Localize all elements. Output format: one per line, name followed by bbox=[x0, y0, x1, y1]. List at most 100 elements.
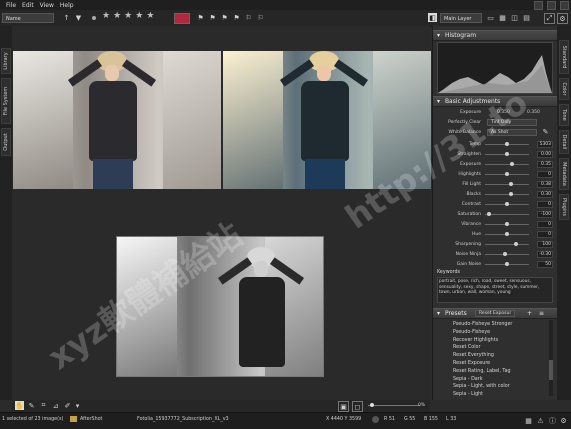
layer-select[interactable]: Main Layer bbox=[440, 13, 482, 23]
warning-icon[interactable]: ⚠ bbox=[536, 416, 545, 425]
preset-item[interactable]: Sepia - Light bbox=[453, 392, 483, 397]
chevron-down-icon[interactable]: ▾ bbox=[73, 401, 82, 410]
info-icon[interactable]: ⓘ bbox=[548, 416, 557, 425]
view-single-icon[interactable]: ▭ bbox=[486, 13, 495, 22]
menu-file[interactable]: File bbox=[6, 2, 16, 9]
slider-knob[interactable] bbox=[509, 182, 514, 186]
tab-detail[interactable]: Detail bbox=[559, 130, 569, 154]
menu-icon[interactable]: ≡ bbox=[539, 309, 544, 318]
slider-knob[interactable] bbox=[513, 242, 518, 246]
preset-item[interactable]: Reset Exposure bbox=[453, 361, 490, 366]
tab-file-system[interactable]: File System bbox=[1, 78, 11, 124]
image-original[interactable] bbox=[13, 51, 221, 189]
color-label-swatch[interactable] bbox=[174, 13, 190, 24]
slider-track[interactable] bbox=[485, 202, 529, 206]
tab-library[interactable]: Library bbox=[1, 48, 11, 74]
basic-adjustments-header[interactable]: ▾ Basic Adjustments bbox=[433, 96, 557, 107]
white-balance-select[interactable]: As Shot bbox=[487, 129, 537, 136]
star-icon[interactable]: ★ bbox=[102, 12, 110, 21]
slider-value-field[interactable]: 100 bbox=[537, 241, 553, 248]
reject-dot-icon[interactable] bbox=[92, 16, 96, 20]
slider-knob[interactable] bbox=[505, 142, 509, 146]
presets-scrollbar[interactable] bbox=[549, 320, 553, 396]
star-icon[interactable]: ★ bbox=[146, 12, 154, 21]
slider-knob[interactable] bbox=[505, 152, 509, 156]
maximize-button[interactable] bbox=[547, 1, 556, 10]
slider-track[interactable] bbox=[485, 222, 529, 226]
tag-icon[interactable]: ⚐ bbox=[256, 13, 265, 22]
slider-track[interactable] bbox=[485, 162, 529, 166]
slider-knob[interactable] bbox=[505, 172, 509, 176]
straighten-icon[interactable]: ⊿ bbox=[51, 401, 60, 410]
slider-value-field[interactable]: 0 bbox=[537, 201, 553, 208]
rating-stars[interactable]: ★ ★ ★ ★ ★ bbox=[102, 12, 154, 21]
flag-icon[interactable]: ⚑ bbox=[196, 13, 205, 22]
preset-item[interactable]: Reset Everything bbox=[453, 353, 494, 358]
tab-output[interactable]: Output bbox=[1, 128, 11, 156]
preset-select[interactable]: Reset Exposur bbox=[475, 310, 515, 317]
perfectly-clear-select[interactable]: Tint Only bbox=[487, 119, 537, 126]
slider-knob[interactable] bbox=[502, 252, 507, 256]
star-icon[interactable]: ★ bbox=[124, 12, 132, 21]
view-compare-icon[interactable]: ▤ bbox=[522, 13, 531, 22]
slider-value-field[interactable]: 0.38 bbox=[537, 181, 553, 188]
image-bw[interactable] bbox=[116, 236, 324, 377]
view-grid-icon[interactable]: ▦ bbox=[498, 13, 507, 22]
eyedropper-icon[interactable]: ✎ bbox=[541, 128, 550, 137]
slider-track[interactable] bbox=[485, 172, 529, 176]
add-preset-icon[interactable]: + bbox=[527, 309, 532, 318]
fullscreen-icon[interactable]: ⤢ bbox=[544, 13, 555, 24]
slider-knob[interactable] bbox=[505, 232, 509, 236]
tab-metadata[interactable]: Metadata bbox=[559, 158, 569, 190]
slider-value-field[interactable]: 0.35 bbox=[537, 161, 553, 168]
slider-value-field[interactable]: 0 bbox=[537, 221, 553, 228]
slider-value-field[interactable]: 0.30 bbox=[537, 191, 553, 198]
close-button[interactable] bbox=[560, 1, 569, 10]
slider-track[interactable] bbox=[485, 262, 529, 266]
hand-tool-icon[interactable]: ✋ bbox=[15, 401, 24, 410]
tab-plugins[interactable]: Plugins bbox=[559, 194, 569, 220]
brush-icon[interactable]: ✐ bbox=[63, 401, 72, 410]
star-icon[interactable]: ★ bbox=[135, 12, 143, 21]
actual-size-icon[interactable]: ◻ bbox=[352, 401, 363, 412]
menu-help[interactable]: Help bbox=[60, 2, 74, 9]
slider-track[interactable] bbox=[485, 242, 529, 246]
image-viewer[interactable] bbox=[12, 26, 431, 400]
slider-track[interactable] bbox=[485, 152, 529, 156]
crop-icon[interactable]: ⌗ bbox=[39, 401, 48, 410]
zoom-slider[interactable] bbox=[368, 403, 420, 407]
menu-edit[interactable]: Edit bbox=[22, 2, 34, 9]
slider-knob[interactable] bbox=[505, 222, 509, 226]
minimize-button[interactable] bbox=[534, 1, 543, 10]
settings-icon[interactable]: ⚙ bbox=[559, 416, 568, 425]
flag-icon[interactable]: ⚑ bbox=[208, 13, 217, 22]
preset-item[interactable]: Recover Highlights bbox=[453, 338, 498, 343]
view-split-icon[interactable]: ◫ bbox=[510, 13, 519, 22]
filter-icon[interactable]: ▼ bbox=[74, 13, 83, 22]
preset-item[interactable]: Reset Rating, Label, Tag bbox=[453, 369, 511, 374]
menu-view[interactable]: View bbox=[40, 2, 54, 9]
preset-item[interactable]: Reset Color bbox=[453, 345, 480, 350]
slider-track[interactable] bbox=[485, 182, 529, 186]
sort-ascending-icon[interactable]: ↑ bbox=[62, 13, 71, 22]
exposure-value-1[interactable]: 0.350 bbox=[497, 108, 510, 117]
slider-value-field[interactable]: 5303 bbox=[537, 141, 553, 148]
slider-track[interactable] bbox=[485, 142, 529, 146]
flag-icon[interactable]: ⚑ bbox=[232, 13, 241, 22]
slider-track[interactable] bbox=[485, 212, 529, 216]
image-edited[interactable] bbox=[223, 51, 431, 189]
slider-knob[interactable] bbox=[505, 262, 509, 266]
slider-knob[interactable] bbox=[505, 202, 509, 206]
keywords-field[interactable]: portrait, pose, rich, road, sweet, sensu… bbox=[437, 277, 553, 303]
slider-value-field[interactable]: 0 bbox=[537, 231, 553, 238]
sort-select[interactable]: Name bbox=[2, 13, 54, 23]
grid-icon[interactable]: ▦ bbox=[524, 416, 533, 425]
slider-track[interactable] bbox=[485, 252, 529, 256]
star-icon[interactable]: ★ bbox=[113, 12, 121, 21]
slider-knob[interactable] bbox=[508, 192, 513, 196]
presets-scroll-thumb[interactable] bbox=[549, 360, 553, 380]
tag-icon[interactable]: ⚐ bbox=[244, 13, 253, 22]
layers-icon[interactable]: ◧ bbox=[428, 13, 437, 22]
preset-item[interactable]: Pseudo-Fisheye bbox=[453, 330, 490, 335]
slider-value-field[interactable]: -0.30 bbox=[537, 251, 553, 258]
